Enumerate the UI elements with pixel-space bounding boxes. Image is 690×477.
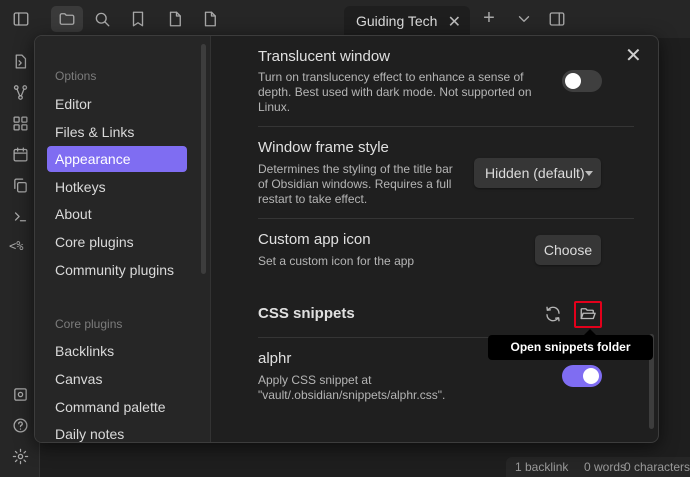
nav-item-canvas[interactable]: Canvas [47, 366, 187, 392]
search-icon[interactable] [92, 9, 112, 29]
file-icon[interactable] [165, 9, 185, 29]
nav-item-community-plugins[interactable]: Community plugins [47, 257, 187, 283]
snippet-alphr-description: Apply CSS snippet at "vault/.obsidian/sn… [258, 373, 446, 402]
translucent-window-toggle[interactable] [562, 70, 602, 92]
toggle-knob [565, 73, 581, 89]
setting-custom-app-icon-description: Set a custom icon for the app [258, 254, 415, 268]
character-count: 0 characters [624, 460, 690, 474]
new-tab-icon[interactable]: + [479, 7, 499, 29]
bookmark-icon[interactable] [128, 9, 148, 29]
status-bar: 1 backlink 0 words 0 characters [506, 457, 690, 477]
nav-item-hotkeys[interactable]: Hotkeys [47, 174, 187, 200]
window-frame-style-select[interactable]: Hidden (default) [474, 158, 601, 188]
help-icon[interactable] [11, 416, 29, 434]
tab-close-icon[interactable]: ✕ [448, 12, 461, 32]
nav-item-daily-notes[interactable]: Daily notes [47, 421, 187, 442]
snippet-alphr-toggle[interactable] [562, 365, 602, 387]
setting-translucent-window-name: Translucent window [258, 48, 391, 65]
tab-title: Guiding Tech [356, 13, 438, 29]
nav-item-core-plugins[interactable]: Core plugins [47, 229, 187, 255]
divider [258, 126, 634, 127]
choose-app-icon-button[interactable]: Choose [535, 235, 601, 265]
css-snippets-heading: CSS snippets [258, 305, 355, 322]
nav-heading-core-plugins: Core plugins [55, 317, 123, 331]
folder-icon[interactable] [57, 9, 77, 29]
setting-custom-app-icon-name: Custom app icon [258, 231, 371, 248]
setting-window-frame-style-description: Determines the styling of the title bar … [258, 162, 453, 206]
open-snippets-folder-tooltip: Open snippets folder [488, 329, 653, 360]
nav-item-editor[interactable]: Editor [47, 91, 187, 117]
sidebar-right-icon[interactable] [547, 9, 567, 29]
title-bar: Guiding Tech ✕ + [0, 0, 690, 38]
open-quick-switcher-icon[interactable] [11, 52, 29, 70]
vault-icon[interactable] [11, 385, 29, 403]
tags-icon[interactable]: <% [9, 239, 23, 253]
divider [258, 218, 634, 219]
setting-translucent-window-description: Turn on translucency effect to enhance a… [258, 70, 532, 114]
tab-guiding-tech[interactable]: Guiding Tech ✕ [344, 6, 470, 36]
terminal-icon[interactable] [11, 207, 29, 225]
word-count: 0 words [584, 460, 627, 474]
nav-item-appearance[interactable]: Appearance [47, 146, 187, 172]
toggle-knob [583, 368, 599, 384]
sidebar-toggle-icon[interactable] [11, 9, 31, 29]
reload-icon[interactable] [542, 303, 564, 325]
canvas-icon[interactable] [11, 114, 29, 132]
copy-icon[interactable] [11, 176, 29, 194]
file-icon[interactable] [200, 9, 220, 29]
calendar-icon[interactable] [11, 145, 29, 163]
backlink-count[interactable]: 1 backlink [515, 460, 568, 474]
nav-item-files-links[interactable]: Files & Links [47, 119, 187, 145]
appearance-settings: Translucent window Turn on translucency … [212, 36, 658, 442]
nav-heading-options: Options [55, 69, 97, 83]
chevron-down-icon[interactable] [514, 9, 534, 29]
settings-nav: Options Editor Files & Links Appearance … [35, 36, 211, 442]
nav-item-backlinks[interactable]: Backlinks [47, 338, 187, 364]
graph-view-icon[interactable] [11, 83, 29, 101]
window-frame-style-value: Hidden (default) [485, 165, 585, 181]
setting-window-frame-style-name: Window frame style [258, 139, 389, 156]
snippet-alphr-name: alphr [258, 350, 292, 367]
nav-item-about[interactable]: About [47, 201, 187, 227]
nav-item-command-palette[interactable]: Command palette [47, 394, 187, 420]
nav-scrollbar[interactable] [201, 44, 206, 274]
chevron-down-icon [585, 171, 593, 176]
highlight-box [574, 301, 602, 328]
settings-modal: Options Editor Files & Links Appearance … [34, 35, 659, 443]
settings-icon[interactable] [11, 447, 29, 465]
